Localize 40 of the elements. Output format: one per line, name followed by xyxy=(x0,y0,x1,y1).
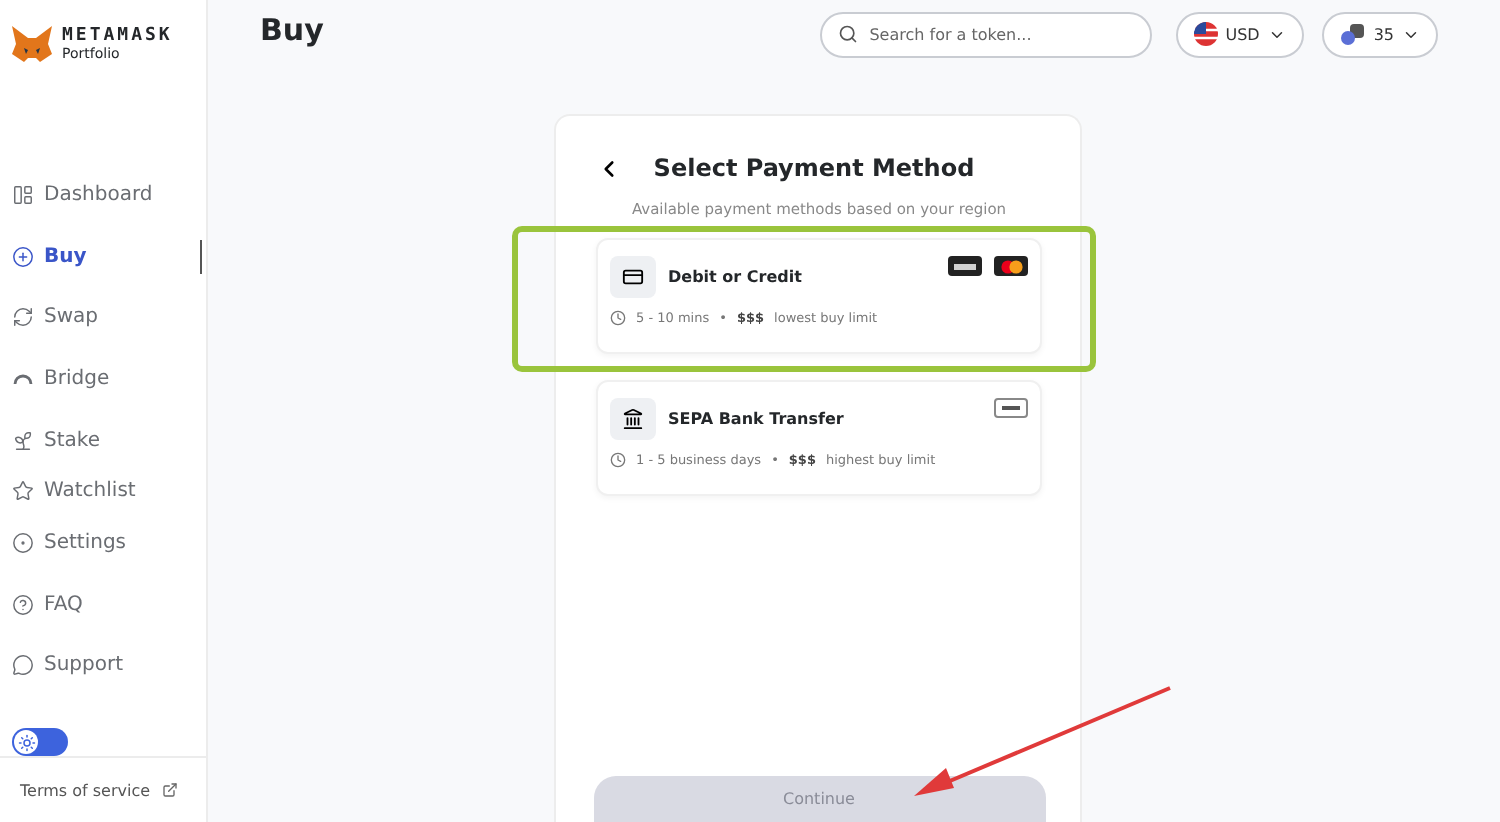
search-icon xyxy=(837,23,858,43)
layout-icon xyxy=(12,183,34,206)
network-stack-icon xyxy=(1339,22,1366,46)
sidebar-item[interactable]: Support xyxy=(0,635,206,697)
sidebar-item[interactable]: Stake xyxy=(0,409,206,471)
mastercard-icon xyxy=(994,256,1028,276)
clock-icon xyxy=(610,452,626,468)
fox-logo-icon xyxy=(10,24,54,64)
panel-title: Select Payment Method xyxy=(651,154,977,182)
network-selector[interactable]: 35 xyxy=(1321,11,1438,57)
card-brand-icon xyxy=(948,256,982,276)
external-link-icon xyxy=(162,782,179,799)
credit-card-icon xyxy=(622,266,644,288)
sprout-icon xyxy=(12,429,34,452)
theme-toggle[interactable] xyxy=(12,728,68,757)
sidebar-item[interactable]: Dashboard xyxy=(0,164,206,226)
clock-icon xyxy=(610,310,626,326)
help-icon xyxy=(12,593,34,616)
sidebar-item[interactable]: FAQ xyxy=(0,573,206,636)
bank-logo-icon xyxy=(994,398,1028,418)
flag-icon xyxy=(1193,22,1218,46)
search-field[interactable]: Search for a token... xyxy=(819,11,1152,57)
bank-icon xyxy=(622,408,644,430)
plus-circle-icon xyxy=(12,245,34,268)
star-icon xyxy=(12,480,34,503)
currency-selector[interactable]: USD xyxy=(1175,11,1304,57)
refresh-icon xyxy=(12,306,34,329)
terms-link[interactable]: Terms of service xyxy=(20,781,151,800)
chat-icon xyxy=(12,654,34,677)
sidebar-item[interactable]: Watchlist xyxy=(0,470,206,513)
method-name: Debit or Credit xyxy=(668,268,804,286)
sidebar-item[interactable]: Swap xyxy=(0,286,206,349)
sidebar-item[interactable]: Bridge xyxy=(0,348,206,410)
sidebar-item[interactable]: Settings xyxy=(0,512,206,574)
brand-name: METAMASK xyxy=(62,26,173,46)
sun-icon xyxy=(17,733,35,752)
settings-icon xyxy=(12,532,34,555)
method-name: SEPA Bank Transfer xyxy=(668,410,846,428)
sidebar-item[interactable]: Buy xyxy=(0,225,206,287)
page-title: Buy xyxy=(260,12,324,48)
